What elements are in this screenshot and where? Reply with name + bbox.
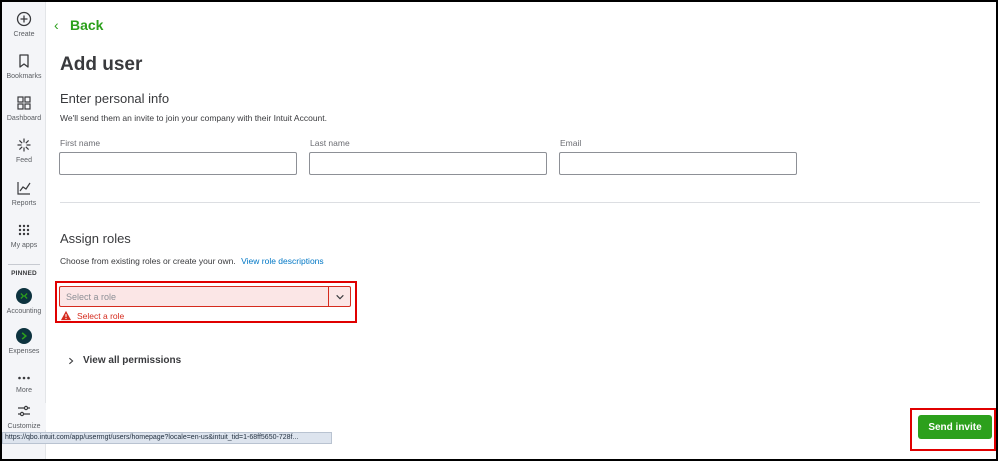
role-select-placeholder: Select a role xyxy=(66,291,117,302)
dashboard-icon xyxy=(17,96,31,110)
sidebar-item-label: Dashboard xyxy=(6,115,42,122)
feed-icon xyxy=(17,138,31,152)
back-link[interactable]: ‹ Back xyxy=(54,17,103,33)
warning-icon xyxy=(60,310,72,321)
page-title: Add user xyxy=(60,54,143,75)
sliders-icon xyxy=(18,405,30,417)
chevron-right-icon xyxy=(69,357,74,364)
email-label: Email xyxy=(560,138,582,148)
sidebar-item-label: Create xyxy=(13,31,35,38)
roles-description: Choose from existing roles or create you… xyxy=(60,256,324,266)
role-error: Select a role xyxy=(60,310,124,321)
divider xyxy=(8,264,40,265)
sidebar-item-more[interactable]: More xyxy=(2,370,46,394)
sidebar-item-create[interactable]: Create xyxy=(2,11,46,38)
sidebar-item-label: Feed xyxy=(16,157,32,164)
sidebar-item-label: Customize xyxy=(7,423,41,430)
personal-info-description: We'll send them an invite to join your c… xyxy=(60,113,327,123)
sidebar-item-label: Reports xyxy=(11,200,37,207)
view-all-permissions-label: View all permissions xyxy=(83,355,182,366)
email-field[interactable] xyxy=(559,152,797,175)
sidebar-item-feed[interactable]: Feed xyxy=(2,137,46,164)
assign-roles-heading: Assign roles xyxy=(60,231,131,246)
accounting-icon xyxy=(16,288,32,304)
view-role-descriptions-link[interactable]: View role descriptions xyxy=(241,256,324,266)
sidebar-item-reports[interactable]: Reports xyxy=(2,180,46,207)
reports-icon xyxy=(17,182,31,195)
apps-grid-icon xyxy=(18,224,30,236)
sidebar-item-my-apps[interactable]: My apps xyxy=(2,222,46,249)
first-name-label: First name xyxy=(60,138,101,148)
sidebar-item-label: Bookmarks xyxy=(6,73,42,80)
section-divider xyxy=(60,202,980,203)
sidebar-item-bookmarks[interactable]: Bookmarks xyxy=(2,53,46,80)
back-label: Back xyxy=(70,17,104,33)
sidebar-item-customize[interactable]: Customize xyxy=(2,403,46,430)
roles-description-text: Choose from existing roles or create you… xyxy=(60,256,236,266)
last-name-label: Last name xyxy=(310,138,350,148)
first-name-field[interactable] xyxy=(59,152,297,175)
sidebar-item-label: More xyxy=(16,387,32,394)
role-select[interactable]: Select a role xyxy=(59,286,351,307)
sidebar: Create Bookmarks Dashboard Feed Reports … xyxy=(2,2,46,459)
personal-info-heading: Enter personal info xyxy=(60,91,170,106)
window-frame xyxy=(0,0,998,461)
view-all-permissions-toggle[interactable]: View all permissions xyxy=(67,355,181,366)
sidebar-item-accounting[interactable]: Accounting xyxy=(2,288,46,315)
sidebar-item-dashboard[interactable]: Dashboard xyxy=(2,95,46,122)
send-invite-button[interactable]: Send invite xyxy=(918,415,992,439)
plus-circle-icon xyxy=(16,11,32,27)
sidebar-item-label: Accounting xyxy=(6,308,42,315)
chevron-left-icon: ‹ xyxy=(54,17,59,33)
pinned-heading: PINNED xyxy=(11,270,37,277)
role-error-message: Select a role xyxy=(77,310,125,321)
more-dots-icon xyxy=(18,376,30,380)
expenses-icon xyxy=(16,328,32,344)
last-name-field[interactable] xyxy=(309,152,547,175)
sidebar-item-label: Expenses xyxy=(8,348,40,355)
sidebar-item-expenses[interactable]: Expenses xyxy=(2,328,46,355)
bookmark-icon xyxy=(19,54,29,68)
status-bar-url: https://qbo.intuit.com/app/usermgt/users… xyxy=(2,432,332,444)
sidebar-item-label: My apps xyxy=(10,242,38,249)
chevron-down-icon[interactable] xyxy=(328,287,350,306)
